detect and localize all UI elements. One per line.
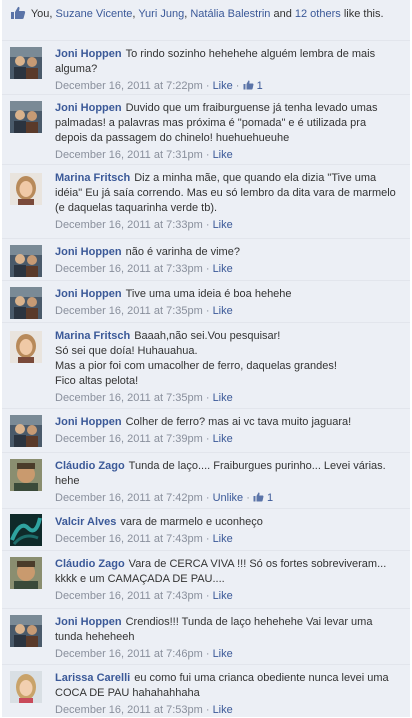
- comment-author[interactable]: Joni Hoppen: [55, 416, 122, 428]
- avatar-marina[interactable]: [10, 331, 42, 363]
- avatar-joni[interactable]: [10, 287, 42, 319]
- comment-item: Marina Fritsch Diz a minha mãe, que quand…: [2, 164, 410, 238]
- comment-item: Marina Fritsch Baaah,não sei.Vou pesquisa…: [2, 322, 410, 408]
- like-link[interactable]: Like: [213, 149, 233, 161]
- comment-item: Cláudio Zago Vara de CERCA VIVA !!! Só os…: [2, 550, 410, 608]
- comment-item: Joni Hoppen não é varinha de vime? Decemb…: [2, 238, 410, 280]
- comment-author[interactable]: Joni Hoppen: [55, 48, 122, 60]
- comment-text-line: Só sei que doía! Huhauahua.: [55, 345, 198, 357]
- comment-timestamp[interactable]: December 16, 2011 at 7:33pm: [55, 219, 203, 231]
- comment-timestamp[interactable]: December 16, 2011 at 7:53pm: [55, 704, 203, 716]
- avatar-claudio[interactable]: [10, 557, 42, 589]
- like-link[interactable]: Like: [213, 305, 233, 317]
- comment-like-count[interactable]: 1: [253, 492, 273, 504]
- like-link[interactable]: Like: [213, 648, 233, 660]
- like-link[interactable]: Like: [213, 433, 233, 445]
- comment-feed: You, Suzane Vicente, Yuri Jung, Natália …: [2, 0, 410, 717]
- comment-item: Joni Hoppen To rindo sozinho hehehehe alg…: [2, 40, 410, 94]
- comment-author[interactable]: Cláudio Zago: [55, 558, 125, 570]
- comment-text: Baaah,não sei.Vou pesquisar!: [134, 330, 281, 342]
- comment-item: Joni Hoppen Duvido que um fraiburguense j…: [2, 94, 410, 164]
- comment-author[interactable]: Marina Fritsch: [55, 330, 130, 342]
- comment-text: não é varinha de vime?: [125, 246, 240, 258]
- avatar-marina[interactable]: [10, 173, 42, 205]
- thumbs-up-icon: [253, 492, 264, 502]
- thumbs-up-icon: [11, 6, 26, 20]
- comment-item: Joni Hoppen Colher de ferro? mas ai vc ta…: [2, 408, 410, 452]
- comment-item: Cláudio Zago Tunda de laço.... Fraiburgue…: [2, 452, 410, 508]
- comment-timestamp[interactable]: December 16, 2011 at 7:39pm: [55, 433, 203, 445]
- comment-author[interactable]: Marina Fritsch: [55, 172, 130, 184]
- comment-author[interactable]: Joni Hoppen: [55, 288, 122, 300]
- thumbs-up-icon: [243, 80, 254, 90]
- comment-item: Larissa Carelli eu como fui uma crianca o…: [2, 664, 410, 717]
- liker-link-1[interactable]: Suzane Vicente: [56, 8, 133, 20]
- liker-link-2[interactable]: Yuri Jung: [138, 8, 184, 20]
- comment-text: Tive uma uma ideia é boa hehehe: [125, 288, 292, 300]
- likes-summary: You, Suzane Vicente, Yuri Jung, Natália …: [2, 0, 410, 40]
- avatar-larissa[interactable]: [10, 671, 42, 703]
- comment-timestamp[interactable]: December 16, 2011 at 7:33pm: [55, 263, 203, 275]
- avatar-joni[interactable]: [10, 615, 42, 647]
- like-link[interactable]: Like: [213, 219, 233, 231]
- comment-timestamp[interactable]: December 16, 2011 at 7:46pm: [55, 648, 203, 660]
- comment-item: Valcir Alves vara de marmelo e uconheço D…: [2, 508, 410, 550]
- like-link[interactable]: Like: [213, 80, 233, 92]
- comment-item: Joni Hoppen Crendios!!! Tunda de laço heh…: [2, 608, 410, 664]
- avatar-joni[interactable]: [10, 415, 42, 447]
- comment-timestamp[interactable]: December 16, 2011 at 7:35pm: [55, 305, 203, 317]
- comment-author[interactable]: Joni Hoppen: [55, 616, 122, 628]
- avatar-valcir[interactable]: [10, 514, 42, 546]
- like-link[interactable]: Like: [213, 704, 233, 716]
- avatar-joni[interactable]: [10, 101, 42, 133]
- comment-timestamp[interactable]: December 16, 2011 at 7:43pm: [55, 590, 203, 602]
- comment-text-line: Fico altas pelota!: [55, 375, 139, 387]
- comment-timestamp[interactable]: December 16, 2011 at 7:43pm: [55, 533, 203, 545]
- comment-item: Joni Hoppen Tive uma uma ideia é boa hehe…: [2, 280, 410, 322]
- avatar-joni[interactable]: [10, 245, 42, 277]
- comment-author[interactable]: Cláudio Zago: [55, 460, 125, 472]
- comment-text-line: Mas a pior foi com umacolher de ferro, d…: [55, 360, 337, 372]
- comment-text: Colher de ferro? mas ai vc tava muito ja…: [125, 416, 352, 428]
- comment-text: vara de marmelo e uconheço: [120, 516, 263, 528]
- like-link[interactable]: Like: [213, 533, 233, 545]
- like-link[interactable]: Like: [213, 590, 233, 602]
- comment-timestamp[interactable]: December 16, 2011 at 7:42pm: [55, 492, 203, 504]
- like-link[interactable]: Like: [213, 392, 233, 404]
- liker-link-3[interactable]: Natália Balestrin: [190, 8, 270, 20]
- comment-like-count[interactable]: 1: [243, 80, 263, 92]
- unlike-link[interactable]: Unlike: [213, 492, 244, 504]
- like-link[interactable]: Like: [213, 263, 233, 275]
- others-link[interactable]: 12 others: [295, 8, 341, 20]
- comment-timestamp[interactable]: December 16, 2011 at 7:35pm: [55, 392, 203, 404]
- avatar-joni[interactable]: [10, 47, 42, 79]
- avatar-claudio[interactable]: [10, 459, 42, 491]
- comment-author[interactable]: Joni Hoppen: [55, 246, 122, 258]
- comment-author[interactable]: Joni Hoppen: [55, 102, 122, 114]
- comment-author[interactable]: Larissa Carelli: [55, 672, 130, 684]
- comment-author[interactable]: Valcir Alves: [55, 516, 116, 528]
- comment-timestamp[interactable]: December 16, 2011 at 7:22pm: [55, 80, 203, 92]
- comment-timestamp[interactable]: December 16, 2011 at 7:31pm: [55, 149, 203, 161]
